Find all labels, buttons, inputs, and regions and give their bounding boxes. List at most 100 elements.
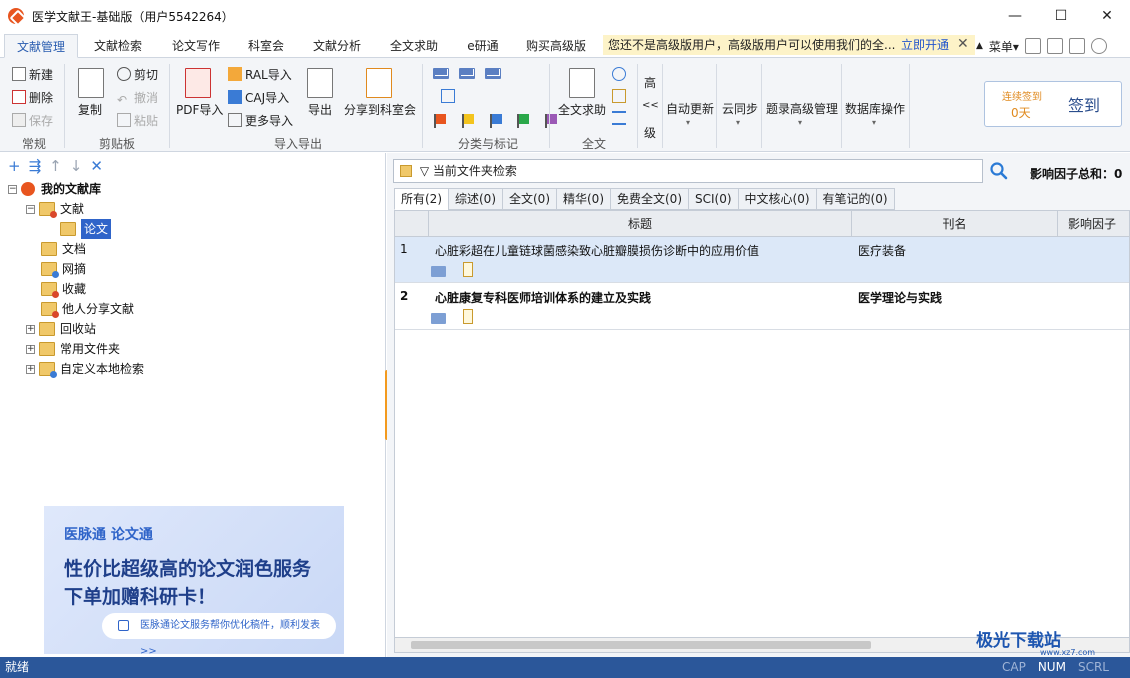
filter-tab-fulltext[interactable]: 全文(0) (502, 188, 557, 210)
paste-button[interactable]: 粘贴 (117, 112, 158, 129)
column-header-journal[interactable]: 刊名 (852, 211, 1058, 237)
tree-item-papers[interactable]: 论文 (60, 219, 112, 239)
close-button[interactable]: ✕ (1084, 0, 1130, 32)
fulltext-attach-icon[interactable] (612, 89, 629, 104)
export-button[interactable]: 导出 (308, 101, 332, 118)
envelope-icon[interactable] (431, 313, 446, 324)
fulltext-help-button[interactable]: 全文求助 (558, 101, 606, 118)
tab-department[interactable]: 科室会 (238, 34, 294, 58)
flag-green-icon[interactable] (517, 114, 530, 128)
fulltext-globe-icon[interactable] (612, 67, 629, 82)
delete-folder-icon[interactable]: ✕ (90, 157, 103, 175)
table-row[interactable]: 2 心脏康复专科医师培训体系的建立及实践 医学理论与实践 (395, 284, 1129, 330)
pdf-import-button[interactable]: PDF导入 (176, 101, 223, 118)
tree-root-my-library[interactable]: − 我的文献库 (8, 179, 101, 199)
filter-tab-with-notes[interactable]: 有笔记的(0) (815, 188, 895, 210)
add-folder-icon[interactable]: + (8, 157, 21, 175)
search-icon[interactable] (989, 161, 1009, 181)
help-icon[interactable] (1090, 38, 1107, 54)
activate-now-link[interactable]: 立即开通 (901, 35, 949, 55)
mark-read-envelopes[interactable] (433, 68, 501, 82)
expand-icon[interactable]: + (26, 364, 35, 374)
new-button[interactable]: 新建 (12, 66, 53, 83)
move-down-icon[interactable]: ↓ (70, 157, 83, 175)
advanced-high-label[interactable]: 高 (644, 74, 656, 91)
scrollbar-thumb[interactable] (411, 641, 871, 649)
tab-literature-analysis[interactable]: 文献分析 (303, 34, 371, 58)
column-header-title[interactable]: 标题 (429, 211, 852, 237)
search-input[interactable]: ▽ 当前文件夹检索 (393, 159, 983, 183)
flag-yellow-icon[interactable] (461, 114, 474, 128)
tab-literature-management[interactable]: 文献管理 (4, 34, 78, 58)
tree-item-shared-by-others[interactable]: 他人分享文献 (41, 299, 134, 319)
undo-button[interactable]: ↶ 撤消 (117, 89, 158, 107)
notice-close-icon[interactable]: ✕ (957, 35, 969, 54)
auto-update-dropdown-icon[interactable]: ▾ (686, 118, 690, 127)
cut-button[interactable]: 剪切 (117, 66, 158, 83)
share-to-department-button[interactable]: 分享到科室会 (344, 101, 416, 118)
copy-button[interactable]: 复制 (78, 101, 102, 118)
tree-item-literature[interactable]: − 文献 (26, 199, 84, 219)
move-up-icon[interactable]: ↑ (49, 157, 62, 175)
tab-buy-premium[interactable]: 购买高级版 (516, 34, 596, 58)
rss-icon[interactable] (1068, 38, 1085, 54)
row-title[interactable]: 心脏康复专科医师培训体系的建立及实践 (435, 289, 651, 306)
filter-tab-chinese-core[interactable]: 中文核心(0) (737, 188, 817, 210)
column-header-impact-factor[interactable]: 影响因子 (1058, 211, 1129, 237)
collapse-icon[interactable]: − (26, 204, 35, 214)
note-icon[interactable] (463, 262, 473, 277)
classify-search-icon[interactable] (441, 89, 458, 104)
collapse-icon[interactable]: − (8, 184, 17, 194)
advanced-collapse-icon[interactable]: << (642, 100, 659, 111)
delete-button[interactable]: 删除 (12, 89, 53, 106)
filter-tab-review[interactable]: 综述(0) (448, 188, 503, 210)
tree-item-favorites[interactable]: 收藏 (41, 279, 86, 299)
promo-banner[interactable]: 医脉通 论文通 性价比超级高的论文润色服务 下单加赠科研卡！ 医脉通论文服务帮你… (44, 506, 344, 657)
row-title[interactable]: 心脏彩超在儿童链球菌感染致心脏瓣膜损伤诊断中的应用价值 (435, 242, 759, 259)
advanced-level-label[interactable]: 级 (644, 124, 656, 141)
tab-fulltext-help[interactable]: 全文求助 (380, 34, 448, 58)
more-import-button[interactable]: 更多导入 (228, 112, 293, 129)
maximize-button[interactable]: ☐ (1038, 0, 1084, 32)
expand-icon[interactable]: + (26, 344, 35, 354)
minimize-button[interactable]: — (992, 0, 1038, 32)
flag-red-icon[interactable] (434, 114, 446, 128)
filter-tab-free-fulltext[interactable]: 免费全文(0) (610, 188, 689, 210)
like-icon[interactable] (1046, 38, 1063, 54)
tab-literature-search[interactable]: 文献检索 (84, 34, 152, 58)
collapse-ribbon-icon[interactable]: ▲ (976, 41, 983, 51)
tree-item-recycle-bin[interactable]: + 回收站 (26, 319, 96, 339)
flag-blue-icon[interactable] (489, 114, 502, 128)
database-ops-dropdown-icon[interactable]: ▾ (872, 118, 876, 127)
tab-paper-writing[interactable]: 论文写作 (162, 34, 230, 58)
title-advanced-dropdown-icon[interactable]: ▾ (798, 118, 802, 127)
table-row[interactable]: 1 心脏彩超在儿童链球菌感染致心脏瓣膜损伤诊断中的应用价值 医疗装备 (395, 237, 1129, 283)
filter-tab-sci[interactable]: SCI(0) (688, 188, 739, 210)
filter-tab-essence[interactable]: 精华(0) (556, 188, 611, 210)
promo-cta-button[interactable]: 医脉通论文服务帮你优化稿件，顺利发表>> (102, 613, 336, 657)
title-advanced-manage-button[interactable]: 题录高级管理 (766, 100, 838, 117)
checkin-button[interactable]: 签到 (1068, 92, 1100, 116)
expand-icon[interactable]: + (26, 324, 35, 334)
main-menu-button[interactable]: 菜单▾ (989, 38, 1019, 55)
tree-item-custom-local-search[interactable]: + 自定义本地检索 (26, 359, 144, 379)
cloud-sync-dropdown-icon[interactable]: ▾ (736, 118, 740, 127)
tree-item-common-folders[interactable]: + 常用文件夹 (26, 339, 120, 359)
tab-e-research[interactable]: e研通 (458, 34, 508, 58)
flag-purple-icon[interactable] (545, 114, 558, 128)
cloud-sync-button[interactable]: 云同步 (722, 100, 758, 117)
tree-item-documents[interactable]: 文档 (41, 239, 86, 259)
tree-item-web-clips[interactable]: 网摘 (41, 259, 86, 279)
caj-import-button[interactable]: CAJ导入 (228, 89, 289, 106)
database-ops-button[interactable]: 数据库操作 (845, 100, 905, 117)
envelope-icon[interactable] (431, 266, 446, 277)
filter-tab-all[interactable]: 所有(2) (394, 188, 449, 210)
note-icon[interactable] (463, 309, 473, 324)
folder-list-icon[interactable]: ⇶ (29, 157, 42, 175)
fulltext-list-icon[interactable] (612, 111, 629, 126)
auto-update-button[interactable]: 自动更新 (666, 100, 714, 117)
search-scope[interactable]: ▽ 当前文件夹检索 (420, 164, 517, 178)
layout-icon[interactable] (1024, 38, 1041, 54)
ral-import-button[interactable]: RAL导入 (228, 66, 292, 83)
save-button[interactable]: 保存 (12, 112, 53, 129)
